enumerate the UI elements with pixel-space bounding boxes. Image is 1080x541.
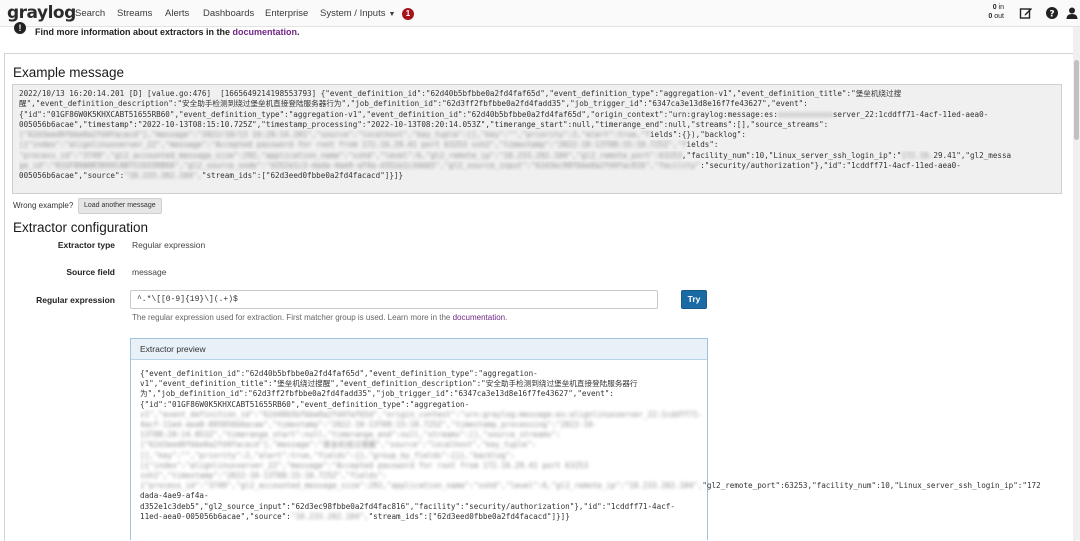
extractor-configuration-title: Extractor configuration	[13, 220, 149, 235]
extractor-type-value: Regular expression	[132, 240, 206, 250]
nav-enterprise[interactable]: Enterprise	[265, 8, 308, 19]
nav-dashboards[interactable]: Dashboards	[203, 8, 254, 19]
regex-help-suffix: .	[505, 313, 508, 322]
source-field-value: message	[132, 267, 167, 277]
throughput-in-value: 0	[992, 4, 997, 11]
preview-line-redacted: ["62d3eed0fbbe0a2fd4facacd"],"message":"…	[140, 440, 537, 450]
info-documentation-link[interactable]: documentation	[233, 27, 298, 37]
example-line: {"id":"01GF86W0K5KHXCABT51655RB60","even…	[19, 109, 989, 119]
chevron-down-icon: ▼	[388, 11, 396, 18]
preview-line-redacted: ssh2","timestamp":"2022-10-13T08:15:10.7…	[140, 471, 387, 481]
throughput-indicator[interactable]: 0 in 0 out	[984, 3, 1004, 21]
extractor-type-label: Extractor type	[57, 240, 115, 250]
example-message-title: Example message	[13, 65, 125, 80]
preview-line-redacted: [],"key":"","priority":2,"alert":true,"f…	[140, 450, 515, 460]
graylog-logo[interactable]: graylog	[7, 3, 76, 23]
preview-line: d352e1c3deb5","gl2_source_input":"62d3ec…	[140, 501, 675, 511]
preview-line: 11ed-aea0-005056b6acae","source":"10.233…	[140, 511, 570, 521]
regular-expression-input[interactable]: ^.*\[[0-9]{19}\](.+)$	[130, 290, 658, 309]
preview-line: dada-4ae9-af4a-	[140, 491, 209, 501]
preview-line-redacted: v1","event_definition_id":"62d40b5bfbbe0…	[140, 409, 703, 419]
top-navbar: graylog Search Streams Alerts Dashboards…	[0, 0, 1080, 27]
example-message-box: 2022/10/13 16:20:14.201 [D] [value.go:47…	[12, 84, 1062, 194]
example-line: 2022/10/13 16:20:14.201 [D] [value.go:47…	[19, 89, 902, 98]
regex-documentation-link[interactable]: documentation	[453, 313, 505, 322]
example-line: ["62d3eed0fbbe0a2fd4facacd"],"message":"…	[19, 130, 746, 140]
regular-expression-label: Regular expression	[36, 295, 115, 305]
preview-line-redacted: [{"index":"alignlinuxserver_22","message…	[140, 460, 589, 470]
nav-alerts[interactable]: Alerts	[165, 8, 189, 19]
preview-line: 为","job_definition_id":"62d3ff2fbfbbe0a2…	[140, 389, 614, 399]
throughput-out-label: out	[994, 13, 1004, 20]
notification-badge[interactable]: 1	[402, 8, 414, 20]
example-line: 醒","event_definition_description":"安全助手检…	[19, 99, 808, 109]
help-icon[interactable]: ?	[1045, 6, 1059, 20]
source-field-label: Source field	[66, 267, 115, 277]
nav-system-label: System / Inputs	[320, 8, 386, 19]
wrong-example-label: Wrong example?	[13, 201, 74, 210]
info-text: Find more information about extractors i…	[35, 27, 300, 37]
extractor-info-strip: ! Find more information about extractors…	[14, 22, 1064, 38]
example-line: [{"index":"alignlinuxserver_22","message…	[19, 140, 719, 150]
throughput-out-value: 0	[988, 13, 993, 20]
nav-streams[interactable]: Streams	[117, 8, 152, 19]
extractor-preview-title: Extractor preview	[131, 339, 707, 360]
edit-icon[interactable]	[1019, 6, 1033, 20]
nav-system-inputs[interactable]: System / Inputs ▼	[320, 8, 395, 19]
preview-line: {"process_id":"3749","gl2_accounted_mess…	[140, 481, 1041, 491]
load-another-message-button[interactable]: Load another message	[78, 198, 162, 214]
try-button[interactable]: Try	[681, 290, 707, 309]
regex-help-text: The regular expression used for extracti…	[132, 313, 507, 322]
page-scrollbar-thumb[interactable]	[1074, 60, 1079, 140]
nav-search[interactable]: Search	[75, 8, 105, 19]
throughput-in-label: in	[998, 4, 1004, 11]
regex-help-message: The regular expression used for extracti…	[132, 313, 451, 322]
example-line: 005056b6acae","timestamp":"2022-10-13T08…	[19, 119, 829, 129]
preview-line: v1","event_definition_title":"堡垒机绕过搜醒","…	[140, 379, 638, 389]
info-suffix: .	[297, 27, 300, 37]
user-icon[interactable]	[1065, 6, 1079, 20]
example-line: ge_id":"01GF86W0K5KHXCABT51655RB60","gl2…	[19, 161, 961, 171]
preview-line-redacted: 4acf-11ed-aea0-005056b6acae","timestamp"…	[140, 420, 598, 430]
svg-text:?: ?	[1049, 10, 1054, 20]
example-line: "process_id":"3749","gl2_accounted_messa…	[19, 150, 1012, 160]
info-icon: !	[14, 22, 26, 34]
preview-line: {"event_definition_id":"62d40b5bfbbe0a2f…	[140, 369, 538, 378]
preview-line-redacted: 13T08:20:14.053Z","timerange_start":null…	[140, 430, 561, 440]
extractor-preview-body: {"event_definition_id":"62d40b5bfbbe0a2f…	[140, 369, 1075, 522]
example-line: 005056b6acae","source":"10.233.202.104",…	[19, 171, 404, 181]
info-message: Find more information about extractors i…	[35, 27, 231, 37]
preview-line: {"id":"01GF86W0K5KHXCABT51655RB60","even…	[140, 399, 470, 409]
